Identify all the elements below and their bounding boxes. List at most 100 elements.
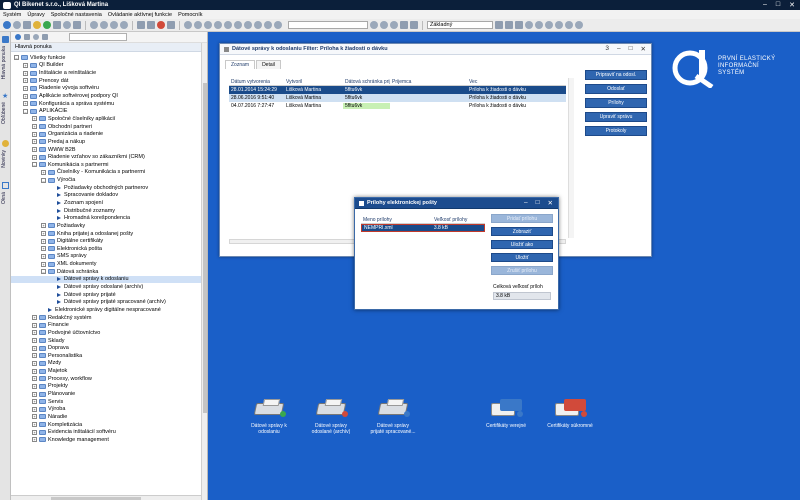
undo-icon[interactable] <box>194 21 202 29</box>
grid-view-icon[interactable] <box>24 34 30 40</box>
menu-pomocnik[interactable]: Pomocník <box>178 12 202 18</box>
tab-hlavna-ponuka[interactable]: Hlavná ponuka <box>1 46 7 79</box>
tree-item[interactable]: – Všetky funkcie <box>11 54 207 62</box>
expand-icon[interactable]: + <box>32 315 37 321</box>
maximize-button[interactable]: □ <box>776 1 780 9</box>
tree-item[interactable]: + Kompletizácia <box>11 421 207 429</box>
tree-item[interactable]: Dátové správy k odoslaniu <box>11 275 207 284</box>
tree-item[interactable]: + Kniha prijatej a odoslanej pošty <box>11 230 207 238</box>
tree-item[interactable]: – Komunikácia s partnermi <box>11 161 207 169</box>
collapse-icon[interactable]: – <box>14 55 19 61</box>
tree-item[interactable]: Spracovanie dokladov <box>11 192 207 200</box>
tree-item[interactable]: + Doprava <box>11 344 207 352</box>
expand-icon[interactable]: + <box>41 261 46 267</box>
tree-item[interactable]: + Obchodní partneri <box>11 123 207 131</box>
tree-item[interactable]: + Procesy, workflow <box>11 375 207 383</box>
expand-icon[interactable]: + <box>23 85 28 91</box>
tree-item[interactable]: Zoznam spojení <box>11 199 207 207</box>
expand-icon[interactable]: + <box>41 253 46 259</box>
expand-icon[interactable]: + <box>23 101 28 107</box>
refresh-tree-icon[interactable] <box>15 34 21 40</box>
expand-icon[interactable]: + <box>32 399 37 405</box>
column-icon[interactable] <box>390 21 398 29</box>
show-attachment-button[interactable]: Zobraziť <box>491 227 553 236</box>
menu-upravy[interactable]: Úpravy <box>27 12 44 18</box>
expand-icon[interactable]: + <box>32 322 37 328</box>
table-row[interactable]: 28.06.2016 9:51:40 Lišková Martina 5fltu… <box>229 94 566 102</box>
attachments-minimize-button[interactable]: – <box>524 199 528 207</box>
help-icon[interactable] <box>63 21 71 29</box>
add-record-icon[interactable] <box>137 21 145 29</box>
grid-icon[interactable] <box>495 21 503 29</box>
col-schranka[interactable]: Dátová schránka prijemcu <box>343 79 390 85</box>
protocols-button[interactable]: Protokoly <box>585 126 647 136</box>
refresh-icon[interactable] <box>184 21 192 29</box>
tree-hscrollbar[interactable] <box>11 495 201 500</box>
desktop-icon[interactable]: Dátové správy odoslané (archív) <box>301 397 361 435</box>
tree-item[interactable]: + Evidencia inštalácií softvéru <box>11 428 207 436</box>
attachments-close-button[interactable]: ✕ <box>548 199 553 207</box>
messages-vscrollbar[interactable] <box>568 78 574 238</box>
messages-minimize-button[interactable]: – <box>617 45 621 53</box>
menu-spolocne-nastavenia[interactable]: Spoločné nastavenia <box>51 12 102 18</box>
paste-icon[interactable] <box>224 21 232 29</box>
collapse-icon[interactable]: – <box>23 108 28 114</box>
messages-close-button[interactable]: ✕ <box>641 45 646 53</box>
view-icon[interactable] <box>400 21 408 29</box>
tree-item[interactable]: Dátové správy prijaté <box>11 291 207 299</box>
tree-scrollbar[interactable] <box>201 43 207 500</box>
desktop-icon[interactable]: Certifikáty súkromné <box>540 397 600 429</box>
tree-item[interactable]: + XML dokumenty <box>11 260 207 268</box>
tree-item[interactable]: + Riadenie vzťahov so zákazníkmi (CRM) <box>11 153 207 161</box>
collapse-icon[interactable]: – <box>41 177 46 183</box>
layout-icon[interactable] <box>410 21 418 29</box>
close-button[interactable]: ✕ <box>789 1 795 9</box>
tree-item[interactable]: + Konfigurácia a správa systému <box>11 100 207 108</box>
news-icon[interactable] <box>2 140 9 147</box>
tree-item[interactable]: – APLIKÁCIE <box>11 107 207 115</box>
expand-icon[interactable]: + <box>32 406 37 412</box>
info-icon[interactable] <box>555 21 563 29</box>
forward-icon[interactable] <box>13 21 21 29</box>
expand-icon[interactable]: + <box>32 353 37 359</box>
tree-item[interactable]: + Plánovanie <box>11 390 207 398</box>
expand-icon[interactable]: + <box>32 391 37 397</box>
expand-icon[interactable]: + <box>41 223 46 229</box>
window-icon[interactable] <box>565 21 573 29</box>
import-icon[interactable] <box>274 21 282 29</box>
collapse-icon[interactable]: – <box>41 269 46 275</box>
tools-icon[interactable] <box>545 21 553 29</box>
expand-icon[interactable]: + <box>32 147 37 152</box>
tab-zoznam[interactable]: Zoznam <box>225 60 256 69</box>
attachments-maximize-button[interactable]: □ <box>536 199 540 207</box>
expand-icon[interactable]: + <box>32 139 37 145</box>
tree-item[interactable]: + QI Builder <box>11 62 207 70</box>
desktop-icon[interactable]: Certifikáty verejné <box>476 397 536 429</box>
col-vytvoril[interactable]: Vytvoril <box>284 79 343 85</box>
attachments-titlebar[interactable]: Prílohy elektronickej pošty – □ ✕ <box>355 198 558 209</box>
group-icon[interactable] <box>254 21 262 29</box>
save-icon[interactable] <box>43 21 51 29</box>
tree-item[interactable]: Dátové správy odoslané (archív) <box>11 283 207 291</box>
tree-search-input[interactable] <box>69 33 127 41</box>
col-velkost[interactable]: Veľkosť prílohy <box>432 217 485 223</box>
prev-icon[interactable] <box>100 21 108 29</box>
tree-item[interactable]: + Spoločné číselníky aplikácií <box>11 115 207 123</box>
first-icon[interactable] <box>90 21 98 29</box>
expand-icon[interactable]: + <box>32 429 37 435</box>
tree-item[interactable]: + Podvojné účtovníctvo <box>11 329 207 337</box>
expand-icon[interactable]: + <box>23 93 28 99</box>
tree-item[interactable]: + Projekty <box>11 383 207 391</box>
expand-icon[interactable]: + <box>32 131 37 137</box>
cut-icon[interactable] <box>214 21 222 29</box>
minimize-button[interactable]: – <box>763 1 767 9</box>
expand-icon[interactable]: + <box>32 422 37 428</box>
col-vec[interactable]: Vec <box>467 79 566 85</box>
table-row[interactable]: NEMPRI.xml 3.8 kB <box>361 224 485 232</box>
tree-item[interactable]: + Mzdy <box>11 360 207 368</box>
expand-icon[interactable]: + <box>32 116 37 122</box>
tree-item[interactable]: Hromadná korešpondencia <box>11 214 207 222</box>
tree-item[interactable]: + Číselníky - Komunikácia s partnermi <box>11 169 207 177</box>
desktop-icon[interactable]: Dátové správy prijaté spracované... <box>363 397 423 435</box>
menu-system[interactable]: Systém <box>3 12 21 18</box>
